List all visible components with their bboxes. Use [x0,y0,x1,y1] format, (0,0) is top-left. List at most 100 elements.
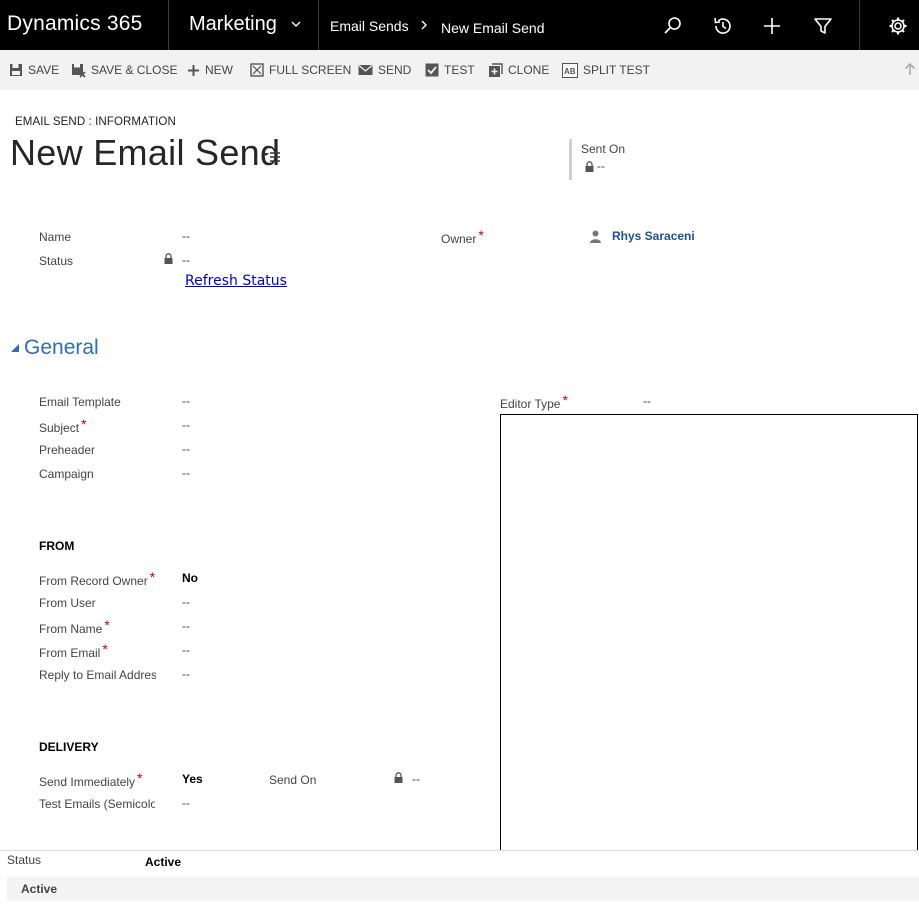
sent-on-header-field: Sent On -- [569,139,625,180]
collapse-triangle-icon [11,344,19,352]
save-and-close-label: SAVE & CLOSE [91,63,178,77]
from-email-label: From Email * [39,641,108,660]
clone-button[interactable]: CLONE [488,61,549,79]
save-button[interactable]: SAVE [9,61,59,79]
full-screen-button[interactable]: FULL SCREEN [250,61,351,79]
preheader-label: Preheader [39,443,96,457]
app-brand[interactable]: Dynamics 365 [7,12,142,36]
breadcrumb-email-sends[interactable]: Email Sends [330,18,409,34]
status-bar-text: Active [21,882,58,896]
entity-form-label: EMAIL SEND : INFORMATION [15,116,176,128]
save-and-close-button[interactable]: SAVE & CLOSE [71,61,177,79]
owner-lookup-link[interactable]: Rhys Saraceni [612,229,695,243]
subject-label: Subject * [39,416,87,435]
preheader-field[interactable]: -- [182,442,190,456]
lock-icon [394,772,403,783]
chevron-down-icon[interactable] [290,18,302,30]
nav-separator [168,0,169,50]
send-on-field: -- [412,772,420,786]
plus-icon [188,64,199,76]
required-indicator: * [102,641,108,657]
owner-label: Owner * [441,227,484,246]
from-subsection-title: FROM [39,539,75,553]
split-test-button[interactable]: AB SPLIT TEST [562,61,650,79]
top-navigation-bar: Dynamics 365 Marketing Email Sends New E… [0,0,919,50]
general-section-title: General [24,336,99,359]
lock-icon [164,253,173,264]
chevron-right-icon [421,20,427,30]
app-switcher-label[interactable]: Marketing [189,13,277,36]
from-name-label: From Name * [39,617,110,636]
search-icon[interactable] [662,15,684,37]
save-and-close-icon [72,63,86,78]
svg-text:AB: AB [564,67,576,76]
footer-status-value: Active [145,855,182,869]
split-test-label: SPLIT TEST [583,63,650,77]
reply-to-email-label: Reply to Email Addres [39,668,156,682]
test-label: TEST [444,63,475,77]
send-immediately-field[interactable]: Yes [182,772,203,786]
refresh-status-link[interactable]: Refresh Status [185,273,287,289]
breadcrumb-current-record: New Email Send [441,20,545,36]
lock-icon [585,160,594,172]
from-record-owner-field[interactable]: No [182,571,198,585]
name-label: Name [39,230,72,244]
record-title: New Email Send [10,132,281,173]
save-label: SAVE [28,63,60,77]
email-template-field[interactable]: -- [182,394,190,408]
status-label: Status [39,254,74,268]
clone-icon [489,62,503,77]
required-indicator: * [81,416,87,432]
required-indicator: * [478,227,484,243]
delivery-subsection-title: DELIVERY [39,740,99,754]
from-user-field[interactable]: -- [182,595,190,609]
send-on-label: Send On [269,773,317,787]
clone-label: CLONE [508,63,550,77]
filter-icon[interactable] [812,15,834,37]
campaign-field[interactable]: -- [182,466,190,480]
from-name-field[interactable]: -- [182,619,190,633]
form-selector-menu-icon[interactable] [263,151,281,163]
envelope-icon [358,65,373,75]
sent-on-value: -- [597,159,605,173]
name-field[interactable]: -- [182,229,190,243]
nav-separator [859,0,860,50]
subject-field[interactable]: -- [182,418,190,432]
settings-gear-icon[interactable] [887,15,909,37]
send-label: SEND [378,63,412,77]
status-bar: Active [7,877,919,901]
required-indicator: * [149,569,156,585]
command-bar: SAVE SAVE & CLOSE NEW FULL SCREEN SEND T… [0,50,919,90]
required-indicator: * [104,617,110,633]
campaign-label: Campaign [39,467,94,481]
from-record-owner-label: From Record Owner * [39,569,156,588]
test-button[interactable]: TEST [425,61,475,79]
from-email-field[interactable]: -- [182,643,190,657]
save-icon [10,64,22,76]
footer-divider [0,850,919,851]
full-screen-icon [250,63,264,77]
checkbox-check-icon [425,63,439,77]
arrow-up-icon[interactable] [904,62,916,76]
email-editor-frame[interactable] [500,414,918,851]
general-section-toggle[interactable]: General [11,336,99,360]
test-emails-field[interactable]: -- [182,796,190,810]
full-screen-label: FULL SCREEN [269,63,352,77]
footer-status-label: Status [7,853,42,867]
required-indicator: * [562,392,568,408]
send-button[interactable]: SEND [358,61,411,79]
user-icon [590,230,601,243]
nav-separator [318,0,319,50]
from-user-label: From User [39,596,96,610]
new-label: NEW [205,63,233,77]
sent-on-label: Sent On [581,142,626,156]
add-icon[interactable] [761,15,783,37]
new-button[interactable]: NEW [187,61,233,79]
email-template-label: Email Template [39,395,121,409]
required-indicator: * [137,770,143,786]
split-test-icon: AB [562,62,578,78]
reply-to-email-field[interactable]: -- [182,667,190,681]
editor-type-field[interactable]: -- [643,394,651,408]
status-field: -- [182,253,190,267]
history-icon[interactable] [712,15,734,37]
